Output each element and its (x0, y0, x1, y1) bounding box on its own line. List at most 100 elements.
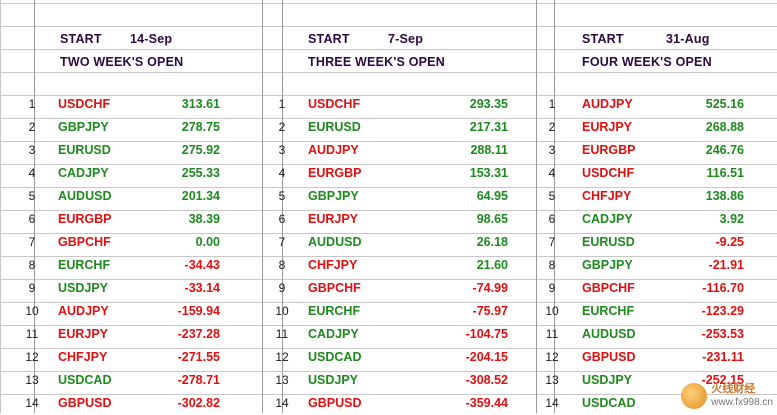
table-row[interactable]: 10 EURCHF -123.29 (545, 300, 774, 323)
four-week-block: START 31-Aug FOUR WEEK'S OPEN 1 AUDJPY 525… (545, 0, 774, 413)
table-row[interactable]: 1 AUDJPY 525.16 (549, 93, 774, 116)
start-date: 14-Sep (130, 32, 173, 46)
table-row[interactable]: 5 GBPJPY 64.95 (279, 185, 536, 208)
pips-value: -302.82 (177, 396, 220, 410)
pips-value: -123.29 (701, 304, 744, 318)
pips-value: -253.53 (701, 327, 744, 341)
table-row[interactable]: 9 GBPCHF -74.99 (279, 277, 536, 300)
pips-value: 293.35 (469, 97, 508, 111)
pips-value: 21.60 (476, 258, 508, 272)
table-row[interactable]: 14 GBPUSD -359.44 (275, 392, 536, 415)
table-row[interactable]: 13 USDCAD -278.71 (25, 369, 262, 392)
start-date: 7-Sep (388, 32, 424, 46)
pips-value: -308.52 (465, 373, 508, 387)
currency-pair: USDCAD (582, 396, 636, 410)
three-week-block: START 7-Sep THREE WEEK'S OPEN 1 USDCHF 293… (275, 0, 536, 415)
pips-value: 268.88 (705, 120, 744, 134)
pips-value: -231.11 (702, 350, 744, 364)
pips-value: 3.92 (719, 212, 744, 226)
table-row[interactable]: 14 GBPUSD -302.82 (25, 392, 262, 415)
pips-value: -104.75 (465, 327, 508, 341)
table-row[interactable]: 11 EURJPY -237.28 (26, 323, 262, 346)
table-row[interactable]: 4 USDCHF 116.51 (549, 162, 774, 185)
table-row[interactable]: 1 USDCHF 293.35 (279, 93, 536, 116)
table-row[interactable]: 12 USDCAD -204.15 (275, 346, 536, 369)
table-row[interactable]: 11 AUDUSD -253.53 (546, 323, 774, 346)
table-row[interactable]: 9 GBPCHF -116.70 (549, 277, 774, 300)
block-title: THREE WEEK'S OPEN (308, 55, 445, 69)
start-label: START (60, 32, 102, 46)
table-row[interactable]: 4 EURGBP 153.31 (279, 162, 536, 185)
watermark-url: www.fx998.cn (711, 397, 773, 408)
pips-value: 313.61 (181, 97, 220, 111)
table-row[interactable]: 4 CADJPY 255.33 (29, 162, 262, 185)
table-row[interactable]: 2 EURUSD 217.31 (279, 116, 536, 139)
table-row[interactable]: 8 CHFJPY 21.60 (279, 254, 536, 277)
pips-value: 0.00 (195, 235, 220, 249)
table-row[interactable]: 6 CADJPY 3.92 (549, 208, 774, 231)
column-divider (262, 0, 263, 413)
pips-value: 153.31 (469, 166, 508, 180)
pips-value: -359.44 (465, 396, 508, 410)
pips-value: -271.55 (177, 350, 220, 364)
pips-value: 525.16 (705, 97, 744, 111)
pips-value: -237.28 (177, 327, 220, 341)
pips-value: 201.34 (181, 189, 220, 203)
table-row[interactable]: 13 USDJPY -308.52 (275, 369, 536, 392)
table-row[interactable]: 8 GBPJPY -21.91 (549, 254, 774, 277)
table-row[interactable]: 3 EURUSD 275.92 (29, 139, 262, 162)
pips-value: -75.97 (472, 304, 508, 318)
pips-value: -21.91 (708, 258, 744, 272)
pips-value: 275.92 (181, 143, 220, 157)
watermark-brand: 火线财经 (711, 383, 756, 395)
pips-value: 26.18 (476, 235, 508, 249)
pips-value: 116.51 (706, 166, 744, 180)
two-week-block: START 14-Sep TWO WEEK'S OPEN 1 USDCHF 313.… (25, 0, 262, 415)
pips-value: 98.65 (476, 212, 508, 226)
block-title: FOUR WEEK'S OPEN (582, 55, 712, 69)
pips-value: -116.70 (702, 281, 744, 295)
pips-value: -278.71 (177, 373, 220, 387)
start-date: 31-Aug (666, 32, 710, 46)
pips-value: 255.33 (181, 166, 220, 180)
table-row[interactable]: 10 AUDJPY -159.94 (25, 300, 262, 323)
pips-value: -159.94 (177, 304, 220, 318)
table-row[interactable]: 12 CHFJPY -271.55 (25, 346, 262, 369)
pips-value: 246.76 (705, 143, 744, 157)
column-divider (536, 0, 537, 413)
pips-value: 288.11 (470, 143, 508, 157)
pips-value: 217.31 (469, 120, 508, 134)
pips-value: 138.86 (705, 189, 744, 203)
logo-icon (681, 383, 708, 409)
pips-value: 64.95 (476, 189, 508, 203)
row-number: 14 (545, 396, 559, 410)
table-row[interactable]: 9 USDJPY -33.14 (29, 277, 262, 300)
block-title: TWO WEEK'S OPEN (60, 55, 184, 69)
pips-value: -74.99 (472, 281, 508, 295)
start-label: START (582, 32, 624, 46)
table-row[interactable]: 12 GBPUSD -231.11 (545, 346, 774, 369)
table-row[interactable]: 3 EURGBP 246.76 (549, 139, 774, 162)
pips-value: -9.25 (715, 235, 745, 249)
start-label: START (308, 32, 350, 46)
table-row[interactable]: 7 EURUSD -9.25 (549, 231, 774, 254)
table-row[interactable]: 7 AUDUSD 26.18 (279, 231, 536, 254)
table-row[interactable]: 1 USDCHF 313.61 (29, 93, 262, 116)
table-row[interactable]: 5 CHFJPY 138.86 (549, 185, 774, 208)
table-row[interactable]: 3 AUDJPY 288.11 (279, 139, 536, 162)
table-row[interactable]: 2 EURJPY 268.88 (549, 116, 774, 139)
watermark: 火线财经 www.fx998.cn (681, 383, 773, 409)
table-row[interactable]: 11 CADJPY -104.75 (276, 323, 536, 346)
table-row[interactable]: 6 EURGBP 38.39 (29, 208, 262, 231)
pips-value: -34.43 (184, 258, 220, 272)
table-row[interactable]: 7 GBPCHF 0.00 (29, 231, 262, 254)
table-row[interactable]: 2 GBPJPY 278.75 (29, 116, 262, 139)
table-row[interactable]: 10 EURCHF -75.97 (275, 300, 536, 323)
table-row[interactable]: 8 EURCHF -34.43 (29, 254, 262, 277)
table-row[interactable]: 5 AUDUSD 201.34 (29, 185, 262, 208)
pips-value: 278.75 (181, 120, 220, 134)
pips-value: -33.14 (184, 281, 220, 295)
pips-value: 38.39 (188, 212, 220, 226)
pips-value: -204.15 (465, 350, 508, 364)
table-row[interactable]: 6 EURJPY 98.65 (279, 208, 536, 231)
